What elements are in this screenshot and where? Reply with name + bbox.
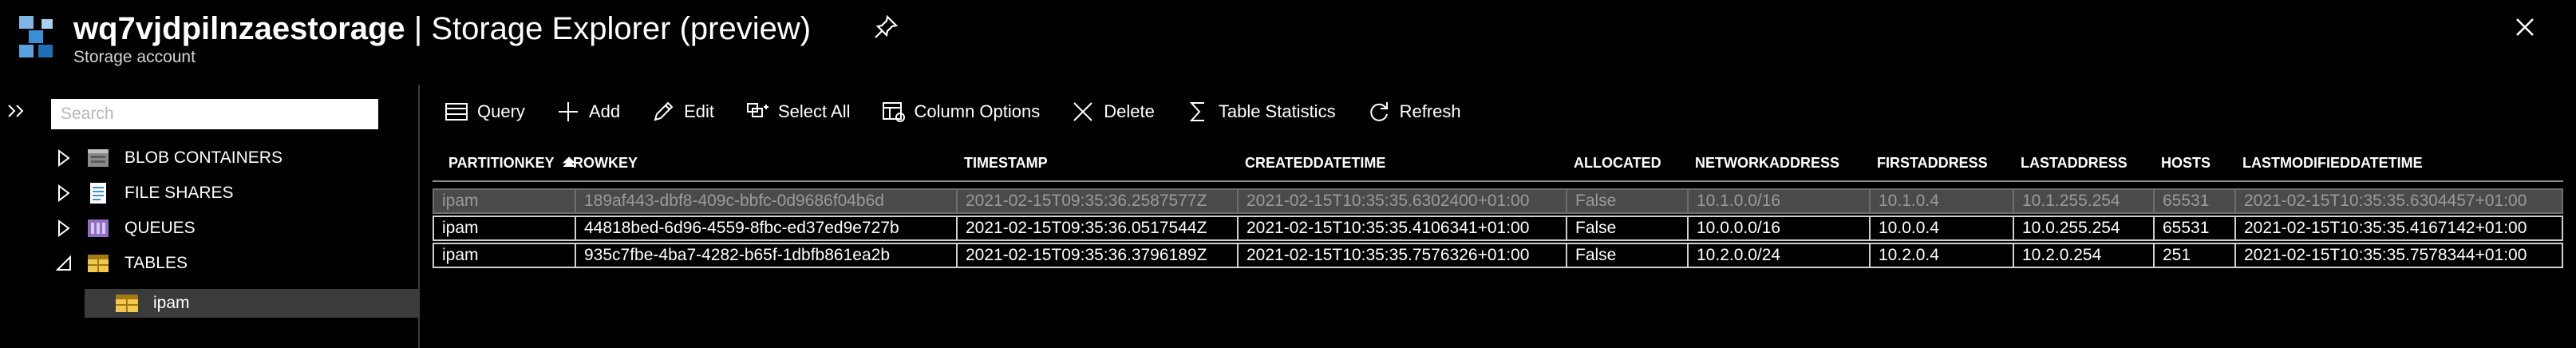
caret-right-icon[interactable] <box>54 184 73 203</box>
column-header-createddatetime[interactable]: CREATEDDATETIME <box>1245 145 1385 180</box>
table-cell: ipam <box>442 219 479 237</box>
table-cell: 2021-02-15T09:35:36.0517544Z <box>956 217 1237 239</box>
select-all-button[interactable]: Select All <box>745 94 851 129</box>
table-cell: 65531 <box>2153 217 2234 239</box>
table-cell: 2021-02-15T09:35:36.3796189Z <box>956 244 1237 267</box>
table-cell: 2021-02-15T10:35:35.7576326+01:00 <box>1237 244 1566 267</box>
refresh-icon <box>1369 102 1388 121</box>
edit-button[interactable]: Edit <box>650 94 714 129</box>
table-cell: 2021-02-15T10:35:35.6302400+01:00 <box>1237 190 1566 212</box>
table-cell: False <box>1566 217 1687 239</box>
table-row[interactable]: ipam 44818bed-6d96-4559-8fbc-ed37ed9e727… <box>433 216 2563 241</box>
storage-tree-sidebar: BLOB CONTAINERS FILE SHARES QUEUES <box>0 85 420 348</box>
table-cell: 10.0.0.0/16 <box>1687 217 1869 239</box>
page-title: wq7vjdpilnzaestorage | Storage Explorer … <box>73 6 811 51</box>
select-all-icon <box>747 103 768 117</box>
table-cell: 10.2.0.0/24 <box>1687 244 1869 267</box>
table-cell: 44818bed-6d96-4559-8fbc-ed37ed9e727b <box>575 217 956 239</box>
file-shares-icon <box>90 183 106 204</box>
query-button[interactable]: Query <box>444 94 525 129</box>
collapse-sidebar-icon[interactable] <box>5 99 29 123</box>
table-cell: False <box>1566 190 1687 212</box>
column-header-allocated[interactable]: ALLOCATED <box>1574 145 1661 180</box>
resource-name: wq7vjdpilnzaestorage <box>73 11 405 46</box>
refresh-button[interactable]: Refresh <box>1366 94 1461 129</box>
column-header-hosts[interactable]: HOSTS <box>2161 145 2211 180</box>
table-row[interactable]: ipam 935c7fbe-4ba7-4282-b65f-1dbfb861ea2… <box>433 243 2563 268</box>
edit-icon <box>654 101 674 121</box>
table-cell: 10.1.0.0/16 <box>1687 190 1869 212</box>
column-header-timestamp[interactable]: TIMESTAMP <box>964 145 1048 180</box>
add-icon <box>558 102 578 121</box>
queues-icon <box>88 219 109 237</box>
page-subtitle: Storage account <box>73 48 196 66</box>
table-cell: 2021-02-15T10:35:35.6304457+01:00 <box>2234 190 2562 212</box>
tree-item-tables[interactable]: TABLES <box>54 247 188 279</box>
table-cell: 251 <box>2153 244 2234 267</box>
column-options-button[interactable]: Column Options <box>881 94 1040 129</box>
table-statistics-button[interactable]: Table Statistics <box>1185 94 1336 129</box>
table-cell: 2021-02-15T10:35:35.4167142+01:00 <box>2234 217 2562 239</box>
tree-item-label: BLOB CONTAINERS <box>124 148 282 167</box>
caret-right-icon[interactable] <box>54 148 73 168</box>
query-icon <box>445 103 468 121</box>
table-cell: ipam <box>442 192 479 210</box>
table-icon <box>116 295 138 312</box>
table-cell: 10.1.0.4 <box>1869 190 2013 212</box>
close-icon[interactable] <box>2509 11 2541 43</box>
pin-icon[interactable] <box>871 13 900 42</box>
column-header-lastaddress[interactable]: LASTADDRESS <box>2021 145 2128 180</box>
delete-button[interactable]: Delete <box>1070 94 1155 129</box>
table-header-row: PARTITIONKEY ROWKEY TIMESTAMP CREATEDDAT… <box>433 145 2563 182</box>
tree-item-label: ipam <box>153 294 190 312</box>
table-row[interactable]: ipam 189af443-dbf8-409c-bbfc-0d9686f04b6… <box>433 188 2563 214</box>
blob-containers-icon <box>88 149 109 167</box>
column-header-networkaddress[interactable]: NETWORKADDRESS <box>1695 145 1839 180</box>
storage-account-icon <box>19 16 53 57</box>
table-cell: 10.0.255.254 <box>2013 217 2153 239</box>
blade-header: wq7vjdpilnzaestorage | Storage Explorer … <box>0 0 2576 77</box>
tree-item-blob-containers[interactable]: BLOB CONTAINERS <box>54 142 282 174</box>
tree-item-label: QUEUES <box>124 219 196 237</box>
table-cell: 65531 <box>2153 190 2234 212</box>
delete-icon <box>1073 102 1092 121</box>
column-header-firstaddress[interactable]: FIRSTADDRESS <box>1877 145 1988 180</box>
sigma-icon <box>1189 102 1204 121</box>
table-cell: 2021-02-15T09:35:36.2587577Z <box>956 190 1237 212</box>
caret-expanded-icon[interactable] <box>54 254 73 273</box>
command-toolbar: Query Add Edit Select All Column Options… <box>444 94 1491 129</box>
table-cell: 10.0.0.4 <box>1869 217 2013 239</box>
blade-title: Storage Explorer (preview) <box>431 11 812 46</box>
column-header-partitionkey[interactable]: PARTITIONKEY <box>448 145 577 180</box>
tree-item-table-ipam[interactable]: ipam <box>85 289 418 318</box>
search-input[interactable] <box>51 99 378 129</box>
table-cell: ipam <box>442 246 479 264</box>
title-separator: | <box>413 11 423 46</box>
tables-icon <box>88 255 109 272</box>
table-cell: False <box>1566 244 1687 267</box>
tree-item-label: TABLES <box>124 254 188 272</box>
entity-table: PARTITIONKEY ROWKEY TIMESTAMP CREATEDDAT… <box>433 145 2563 268</box>
add-button[interactable]: Add <box>555 94 620 129</box>
table-cell: 2021-02-15T10:35:35.7578344+01:00 <box>2234 244 2562 267</box>
tree-item-label: FILE SHARES <box>124 184 234 202</box>
column-header-lastmodifieddatetime[interactable]: LASTMODIFIEDDATETIME <box>2242 145 2423 180</box>
table-cell: 935c7fbe-4ba7-4282-b65f-1dbfb861ea2b <box>575 244 956 267</box>
column-options-icon <box>882 102 905 122</box>
tree-item-queues[interactable]: QUEUES <box>54 212 196 244</box>
column-header-rowkey[interactable]: ROWKEY <box>573 145 638 180</box>
table-cell: 10.2.0.254 <box>2013 244 2153 267</box>
table-cell: 189af443-dbf8-409c-bbfc-0d9686f04b6d <box>575 190 956 212</box>
tree-item-file-shares[interactable]: FILE SHARES <box>54 177 234 209</box>
table-cell: 10.1.255.254 <box>2013 190 2153 212</box>
caret-right-icon[interactable] <box>54 219 73 238</box>
table-cell: 2021-02-15T10:35:35.4106341+01:00 <box>1237 217 1566 239</box>
table-cell: 10.2.0.4 <box>1869 244 2013 267</box>
